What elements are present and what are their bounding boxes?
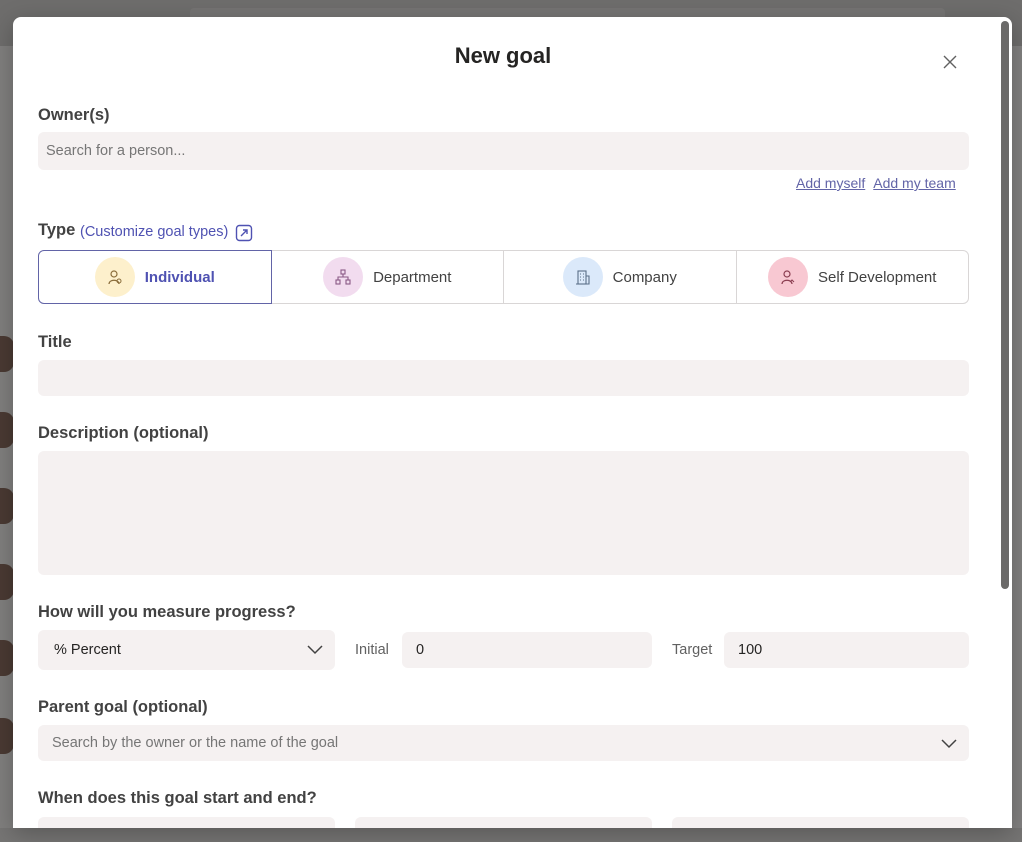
parent-goal-placeholder: Search by the owner or the name of the g… (52, 735, 339, 751)
chevron-down-icon (941, 739, 957, 749)
type-option-label: Department (373, 268, 452, 286)
type-option-department[interactable]: Department (271, 250, 504, 304)
initial-label: Initial (355, 642, 389, 658)
background-right-panel (1012, 46, 1022, 842)
add-my-team-link[interactable]: Add my team (873, 175, 955, 191)
type-option-label: Individual (144, 268, 215, 286)
initial-value-input[interactable] (402, 632, 652, 668)
background-bottom (0, 828, 1022, 842)
person-icon (94, 257, 135, 297)
type-label: Type (38, 221, 76, 239)
measure-unit-value: % Percent (54, 642, 121, 658)
chevron-down-icon (307, 645, 323, 655)
building-icon (562, 257, 603, 297)
goal-type-selector: Individual Department Company Self Devel… (38, 250, 969, 304)
title-label: Title (38, 333, 72, 351)
person-growth-icon (768, 257, 809, 297)
start-date-field[interactable] (355, 817, 652, 828)
description-textarea[interactable] (38, 451, 969, 575)
parent-goal-dropdown[interactable]: Search by the owner or the name of the g… (38, 725, 969, 761)
background-avatar (0, 564, 14, 600)
owner-links: Add myself Add my team (796, 175, 964, 191)
background-avatar (0, 718, 14, 754)
date-field[interactable] (38, 817, 335, 828)
customize-goal-types-link[interactable]: (Customize goal types) (80, 224, 228, 240)
type-option-company[interactable]: Company (504, 250, 737, 304)
target-value-input[interactable] (724, 632, 969, 668)
type-option-self-development[interactable]: Self Development (736, 250, 969, 304)
background-avatar (0, 336, 14, 372)
target-label: Target (672, 642, 713, 658)
description-label: Description (optional) (38, 424, 209, 442)
new-goal-dialog: New goal Owner(s) Add myselfAdd my team … (13, 17, 1012, 828)
measure-label: How will you measure progress? (38, 603, 296, 621)
owner-search-input[interactable] (38, 132, 969, 170)
goal-dates-label: When does this goal start and end? (38, 789, 317, 807)
type-option-individual[interactable]: Individual (38, 250, 272, 304)
org-chart-icon (323, 257, 364, 297)
type-option-label: Self Development (818, 268, 937, 286)
parent-goal-label: Parent goal (optional) (38, 698, 208, 716)
external-link-icon[interactable] (235, 224, 253, 242)
type-option-label: Company (612, 268, 677, 286)
background-left-panel (0, 46, 14, 842)
title-input[interactable] (38, 360, 969, 396)
scrollbar[interactable] (1001, 21, 1009, 821)
end-date-field[interactable] (672, 817, 969, 828)
close-icon[interactable] (941, 53, 959, 71)
owners-label: Owner(s) (38, 106, 110, 124)
background-avatar (0, 488, 14, 524)
scrollbar-thumb[interactable] (1001, 21, 1009, 589)
add-myself-link[interactable]: Add myself (796, 175, 865, 191)
background-avatar (0, 640, 14, 676)
dialog-title: New goal (454, 43, 552, 68)
background-avatar (0, 412, 14, 448)
measure-unit-dropdown[interactable]: % Percent (38, 630, 335, 670)
